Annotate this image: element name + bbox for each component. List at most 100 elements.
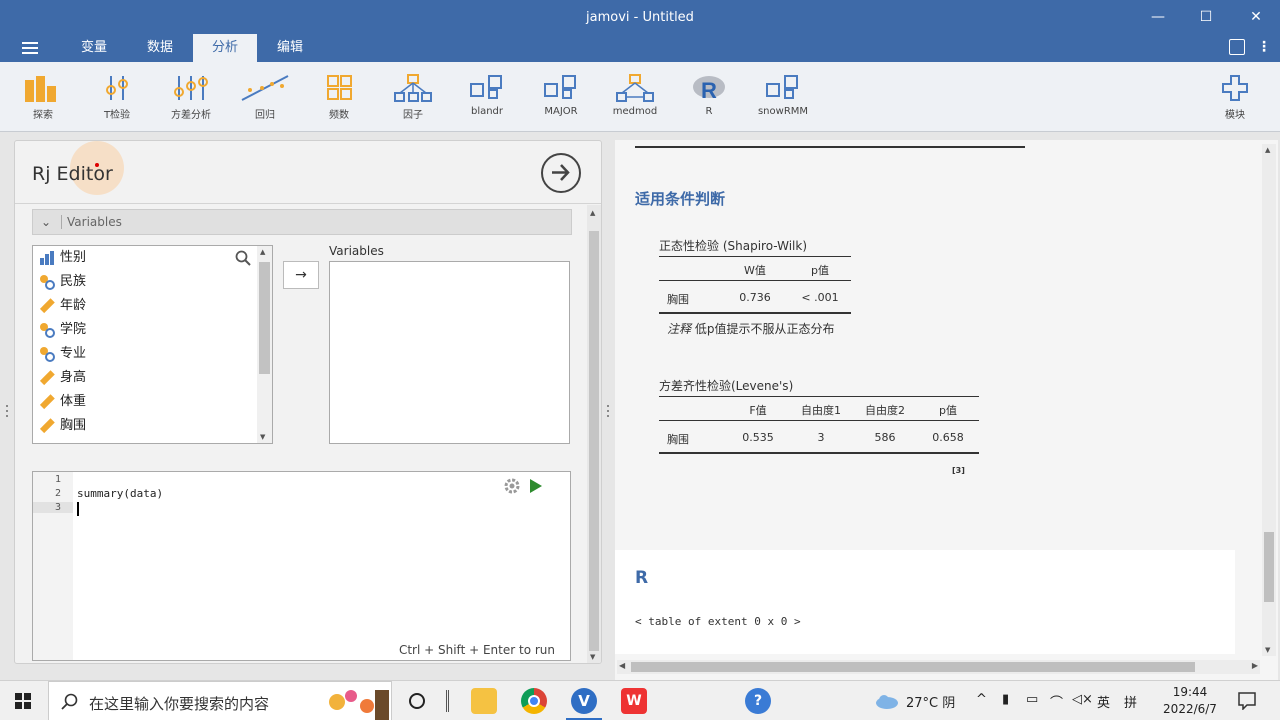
file-explorer-icon[interactable] (471, 688, 497, 714)
center-splitter-handle[interactable] (607, 405, 611, 419)
ribbon-anova[interactable]: 方差分析 (156, 72, 226, 128)
variable-list-item[interactable]: 学院 (39, 318, 86, 342)
task-view-icon[interactable] (404, 688, 430, 714)
tab-analyses[interactable]: 分析 (193, 34, 257, 62)
weather-text[interactable]: 27°C 阴 (906, 692, 955, 711)
variable-list-item[interactable]: 体重 (39, 390, 86, 414)
table-header: 自由度2 (865, 404, 905, 417)
chevron-down-icon: ⌄ (41, 215, 52, 229)
panel-title: Rj Editor (32, 163, 113, 185)
code-editor[interactable]: 1 2 3 summary(data) Ctrl + Shift + Enter… (32, 471, 571, 661)
table-note: 注释 低p值提示不服从正态分布 (667, 322, 835, 336)
jamovi-app-icon[interactable]: V (571, 688, 597, 714)
left-splitter-handle[interactable] (6, 405, 10, 419)
ime-mode[interactable]: 拼 (1124, 692, 1137, 711)
divider (15, 203, 601, 204)
source-variable-list[interactable]: 性别 民族 年龄 学院 专业 身高 体重 胸围 ▲ ▼ (32, 245, 273, 444)
list-scrollbar[interactable]: ▲ ▼ (257, 246, 272, 443)
chrome-icon[interactable] (521, 688, 547, 714)
move-variable-button[interactable]: → (283, 261, 319, 289)
ttest-icon (106, 76, 128, 100)
notification-icon[interactable] (1238, 692, 1256, 710)
gear-icon[interactable] (503, 477, 521, 495)
variable-list-item[interactable]: 专业 (39, 342, 86, 366)
wps-office-icon[interactable]: W (621, 688, 647, 714)
usb-icon[interactable]: ▮ (1002, 692, 1009, 707)
normality-table-title: 正态性检验 (Shapiro-Wilk) (659, 239, 808, 253)
ribbon-blandr[interactable]: blandr (452, 72, 522, 128)
tab-edit[interactable]: 编辑 (264, 34, 316, 62)
frequencies-icon (327, 75, 352, 100)
variables-section-header[interactable]: ⌄ Variables (32, 209, 572, 235)
ribbon-major[interactable]: MAJOR (526, 72, 596, 128)
tab-variables[interactable]: 变量 (68, 34, 120, 62)
close-button[interactable]: ✕ (1244, 6, 1268, 28)
ribbon-modules[interactable]: 模块 (1200, 72, 1270, 128)
more-options-icon[interactable]: ⋮ (1257, 39, 1271, 55)
help-app-icon[interactable]: ? (745, 688, 771, 714)
variable-type-icon (39, 297, 55, 314)
ribbon-snowrmm[interactable]: snowRMM (748, 72, 818, 128)
window-title: jamovi - Untitled (586, 10, 694, 25)
volume-icon[interactable]: ◁× (1072, 692, 1093, 707)
ribbon-r[interactable]: R R (674, 72, 744, 128)
variable-type-icon (39, 417, 55, 434)
table-header: 自由度1 (801, 404, 841, 417)
results-panel: 适用条件判断 正态性检验 (Shapiro-Wilk) W值 p值 胸围 0.7… (615, 140, 1278, 680)
target-variable-list[interactable] (329, 261, 570, 444)
ribbon-factor[interactable]: 因子 (378, 72, 448, 128)
panel-scrollbar[interactable]: ▲ ▼ (587, 205, 601, 663)
go-arrow-button[interactable] (541, 153, 581, 193)
taskbar-search-box[interactable]: 在这里输入你要搜索的内容 (48, 681, 392, 720)
module-icon (766, 75, 798, 99)
table-cell: 3 (817, 431, 825, 444)
variable-type-icon (39, 346, 55, 362)
variable-list-item[interactable]: 民族 (39, 270, 86, 294)
ribbon-ttest[interactable]: T检验 (82, 72, 152, 128)
ribbon-regression[interactable]: 回归 (230, 72, 300, 128)
ime-language[interactable]: 英 (1097, 692, 1110, 711)
search-icon[interactable] (235, 250, 251, 266)
variable-list-item[interactable]: 性别 (39, 246, 86, 270)
variable-type-icon (39, 322, 55, 338)
chevron-up-icon[interactable]: ^ (976, 692, 987, 707)
ribbon-medmod[interactable]: medmod (600, 72, 670, 128)
search-decoration-icon (329, 690, 389, 720)
results-horizontal-scrollbar[interactable]: ◀ ▶ (617, 660, 1260, 674)
clock[interactable]: 19:44 2022/6/7 (1152, 684, 1228, 718)
variable-list-item[interactable]: 身高 (39, 366, 86, 390)
factor-icon (394, 74, 432, 102)
table-header: p值 (811, 264, 829, 277)
table-cell: 0.658 (932, 431, 964, 444)
section-title: 适用条件判断 (635, 190, 726, 208)
table-cell: < .001 (801, 291, 839, 304)
analysis-ribbon: 探索 T检验 方差分析 回归 频数 因子 blandr MAJOR medmod… (0, 62, 1280, 132)
run-icon[interactable] (530, 479, 542, 493)
results-vertical-scrollbar[interactable]: ▲ ▼ (1262, 144, 1276, 656)
maximize-button[interactable]: ☐ (1194, 6, 1218, 28)
battery-icon[interactable]: ▭ (1026, 692, 1038, 707)
module-icon (544, 75, 576, 99)
variable-list-item[interactable]: 年龄 (39, 294, 86, 318)
cloud-icon (876, 695, 898, 709)
ribbon-frequencies[interactable]: 频数 (304, 72, 374, 128)
minimize-button[interactable]: — (1146, 6, 1170, 28)
svg-text:R: R (701, 78, 717, 102)
hamburger-menu-icon[interactable] (22, 42, 38, 54)
run-hint: Ctrl + Shift + Enter to run (398, 643, 555, 657)
tab-data[interactable]: 数据 (134, 34, 186, 62)
ribbon-explore[interactable]: 探索 (8, 72, 78, 128)
table-header: W值 (744, 264, 766, 277)
reference-marker[interactable]: [3] (952, 466, 965, 475)
line-number-gutter: 1 2 3 (33, 472, 73, 660)
network-icon[interactable]: ⌒ (1050, 692, 1063, 711)
code-line: summary(data) (77, 487, 164, 500)
medmod-icon (616, 74, 654, 102)
regression-icon (241, 75, 289, 101)
plus-icon (1222, 75, 1248, 101)
table-cell: 0.736 (739, 291, 771, 304)
variable-list-item[interactable]: 胸围 (39, 414, 86, 438)
windows-start-icon[interactable] (15, 693, 31, 709)
r-output-title: R (635, 568, 649, 588)
results-mode-icon[interactable] (1229, 39, 1245, 55)
